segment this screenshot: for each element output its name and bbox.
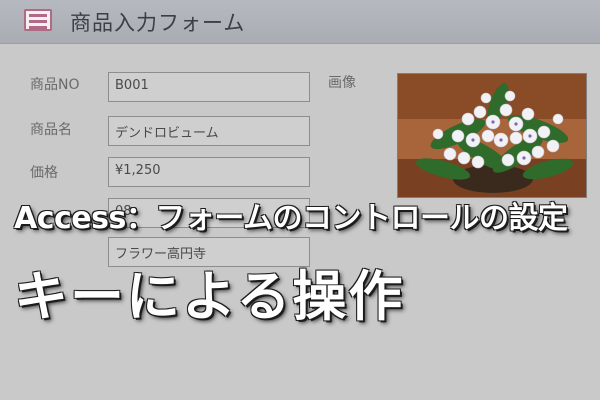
- field-label-price: 価格: [30, 165, 58, 181]
- product-no-field[interactable]: B001: [108, 72, 310, 102]
- product-name-field[interactable]: デンドロビューム: [108, 116, 310, 146]
- field-label-product-name: 商品名: [30, 122, 72, 138]
- product-image: [397, 73, 587, 198]
- image-label: 画像: [328, 75, 356, 91]
- overlay-headline: Access：フォームのコントロールの設定: [14, 201, 568, 236]
- title-bar: 商品入力フォーム: [0, 0, 600, 44]
- price-field[interactable]: ¥1,250: [108, 157, 310, 187]
- form-title: 商品入力フォーム: [70, 11, 246, 35]
- form-icon: [24, 9, 52, 31]
- field-label-product-no: 商品NO: [30, 77, 80, 93]
- overlay-subheadline: キーによる操作: [14, 265, 405, 328]
